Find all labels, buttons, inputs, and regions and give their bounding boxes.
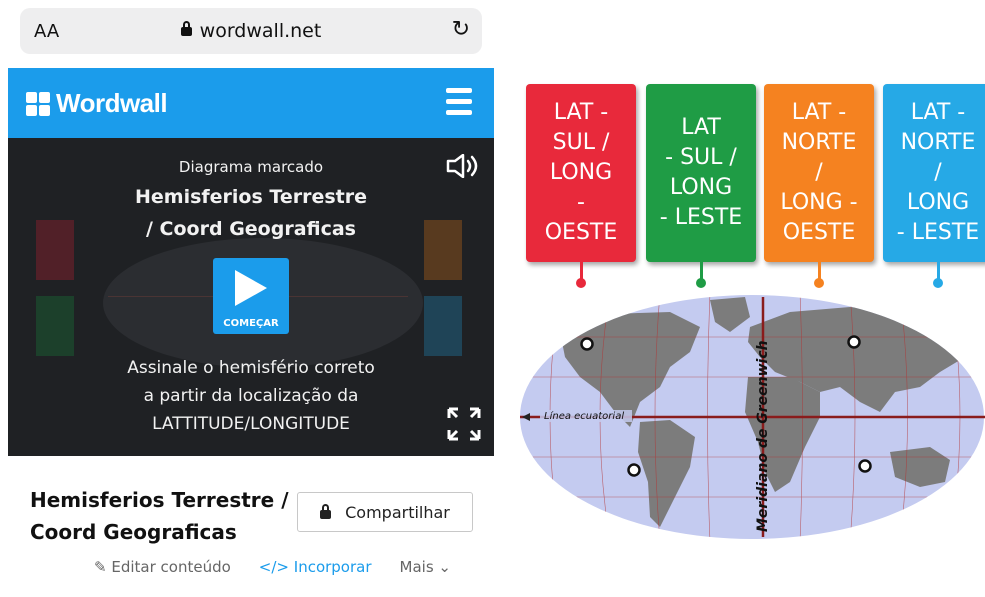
answer-card[interactable]: LAT - NORTE / LONG - OESTE (764, 84, 874, 262)
wordwall-logo[interactable]: Wordwall (26, 88, 168, 119)
activity-actions: ✎ Editar conteúdo </> Incorporar Mais ⌄ (94, 558, 451, 576)
answer-card[interactable]: LAT - SUL / LONG - LESTE (646, 84, 756, 262)
more-label: Mais (399, 558, 434, 576)
activity-title: Hemisferios Terrestre / Coord Geografica… (30, 484, 289, 548)
answer-card-line: / (934, 160, 942, 185)
activity-player: Diagrama marcado Hemisferios Terrestre /… (8, 138, 494, 456)
edit-content-link[interactable]: ✎ Editar conteúdo (94, 558, 231, 576)
target-marker[interactable] (847, 335, 861, 349)
lock-icon (320, 503, 332, 519)
labelled-diagram: LAT - SUL / LONG - OESTE LAT - SUL / LONG - LEST… (520, 82, 985, 552)
start-button[interactable]: COMEÇAR (213, 258, 289, 334)
card-pin-dot (814, 278, 824, 288)
answer-card-line: - SUL / (665, 145, 737, 170)
answer-card-line: LAT - (791, 100, 847, 125)
code-icon: </> (258, 558, 289, 576)
target-marker[interactable] (627, 463, 641, 477)
share-button-label: Compartilhar (345, 502, 450, 522)
activity-title-line1: Hemisferios Terrestre / (30, 488, 289, 512)
wordwall-header: Wordwall (8, 68, 494, 138)
answer-card-line: - (577, 190, 585, 215)
chevron-down-icon: ⌄ (438, 558, 451, 576)
mobile-browser: AA wordwall.net ↻ Wordwall Diagrama marc… (8, 0, 494, 597)
answer-card[interactable]: LAT - NORTE / LONG - LESTE (883, 84, 985, 262)
logo-text: Wordwall (56, 88, 168, 118)
start-button-label: COMEÇAR (223, 318, 279, 329)
player-background-card (424, 296, 462, 356)
answer-card-line: LONG (549, 160, 613, 185)
answer-card-line: SUL / (552, 130, 610, 155)
embed-label: Incorporar (293, 558, 372, 576)
target-marker[interactable] (580, 337, 594, 351)
player-title-line1: Hemisferios Terrestre (134, 186, 368, 208)
player-background-card (36, 296, 74, 356)
share-button[interactable]: Compartilhar (297, 492, 473, 532)
answer-card-line: LONG (906, 190, 970, 215)
pencil-icon: ✎ (94, 558, 107, 576)
answer-card-line: LONG (669, 175, 733, 200)
card-pin-dot (576, 278, 586, 288)
player-subtitle: Diagrama marcado (178, 158, 324, 176)
embed-link[interactable]: </> Incorporar (259, 558, 372, 576)
answer-card-line: - LESTE (896, 220, 980, 245)
answer-card-line: LONG - (780, 190, 858, 215)
play-icon (235, 270, 267, 306)
address-bar[interactable]: AA wordwall.net ↻ (20, 8, 482, 54)
answer-card-line: / (815, 160, 823, 185)
answer-card-line: LAT - (910, 100, 966, 125)
more-menu[interactable]: Mais ⌄ (400, 558, 451, 576)
reload-icon[interactable]: ↻ (452, 17, 470, 42)
answer-card[interactable]: LAT - SUL / LONG - OESTE (526, 84, 636, 262)
answer-card-text: LAT - NORTE / LONG - OESTE (764, 98, 874, 248)
answer-card-line: OESTE (544, 220, 618, 245)
answer-card-line: NORTE (900, 130, 976, 155)
answer-card-text: LAT - SUL / LONG - OESTE (526, 98, 636, 248)
answer-card-line: NORTE (781, 130, 857, 155)
target-marker[interactable] (858, 459, 872, 473)
card-pin-dot (933, 278, 943, 288)
fullscreen-icon[interactable] (446, 406, 482, 442)
menu-icon[interactable] (446, 88, 472, 116)
edit-content-label: Editar conteúdo (111, 558, 231, 576)
url-text: wordwall.net (199, 20, 322, 42)
card-pin-dot (696, 278, 706, 288)
instruction-line3: LATTITUDE/LONGITUDE (152, 414, 350, 434)
url-display[interactable]: wordwall.net (20, 20, 482, 42)
activity-title-line2: Coord Geograficas (30, 520, 237, 544)
logo-grid-icon (26, 91, 50, 116)
world-map: Línea ecuatorial Meridiano de Greenwich (520, 295, 985, 539)
greenwich-label: Meridiano de Greenwich (755, 340, 771, 532)
answer-card-text: LAT - NORTE / LONG - LESTE (883, 98, 985, 248)
equator-label: Línea ecuatorial (544, 410, 624, 422)
player-title-line2: / Coord Geograficas (146, 218, 356, 240)
lock-icon (180, 21, 192, 36)
screenshot-root: AA wordwall.net ↻ Wordwall Diagrama marc… (0, 0, 985, 597)
answer-card-line: LAT - (553, 100, 609, 125)
answer-card-line: OESTE (782, 220, 856, 245)
instruction-line1: Assinale o hemisfério correto (127, 358, 375, 378)
answer-card-line: - LESTE (659, 205, 743, 230)
speaker-icon[interactable] (446, 154, 482, 178)
answer-card-line: LAT (681, 115, 721, 140)
answer-card-text: LAT - SUL / LONG - LESTE (646, 113, 756, 233)
instruction-line2: a partir da localização da (143, 386, 359, 406)
